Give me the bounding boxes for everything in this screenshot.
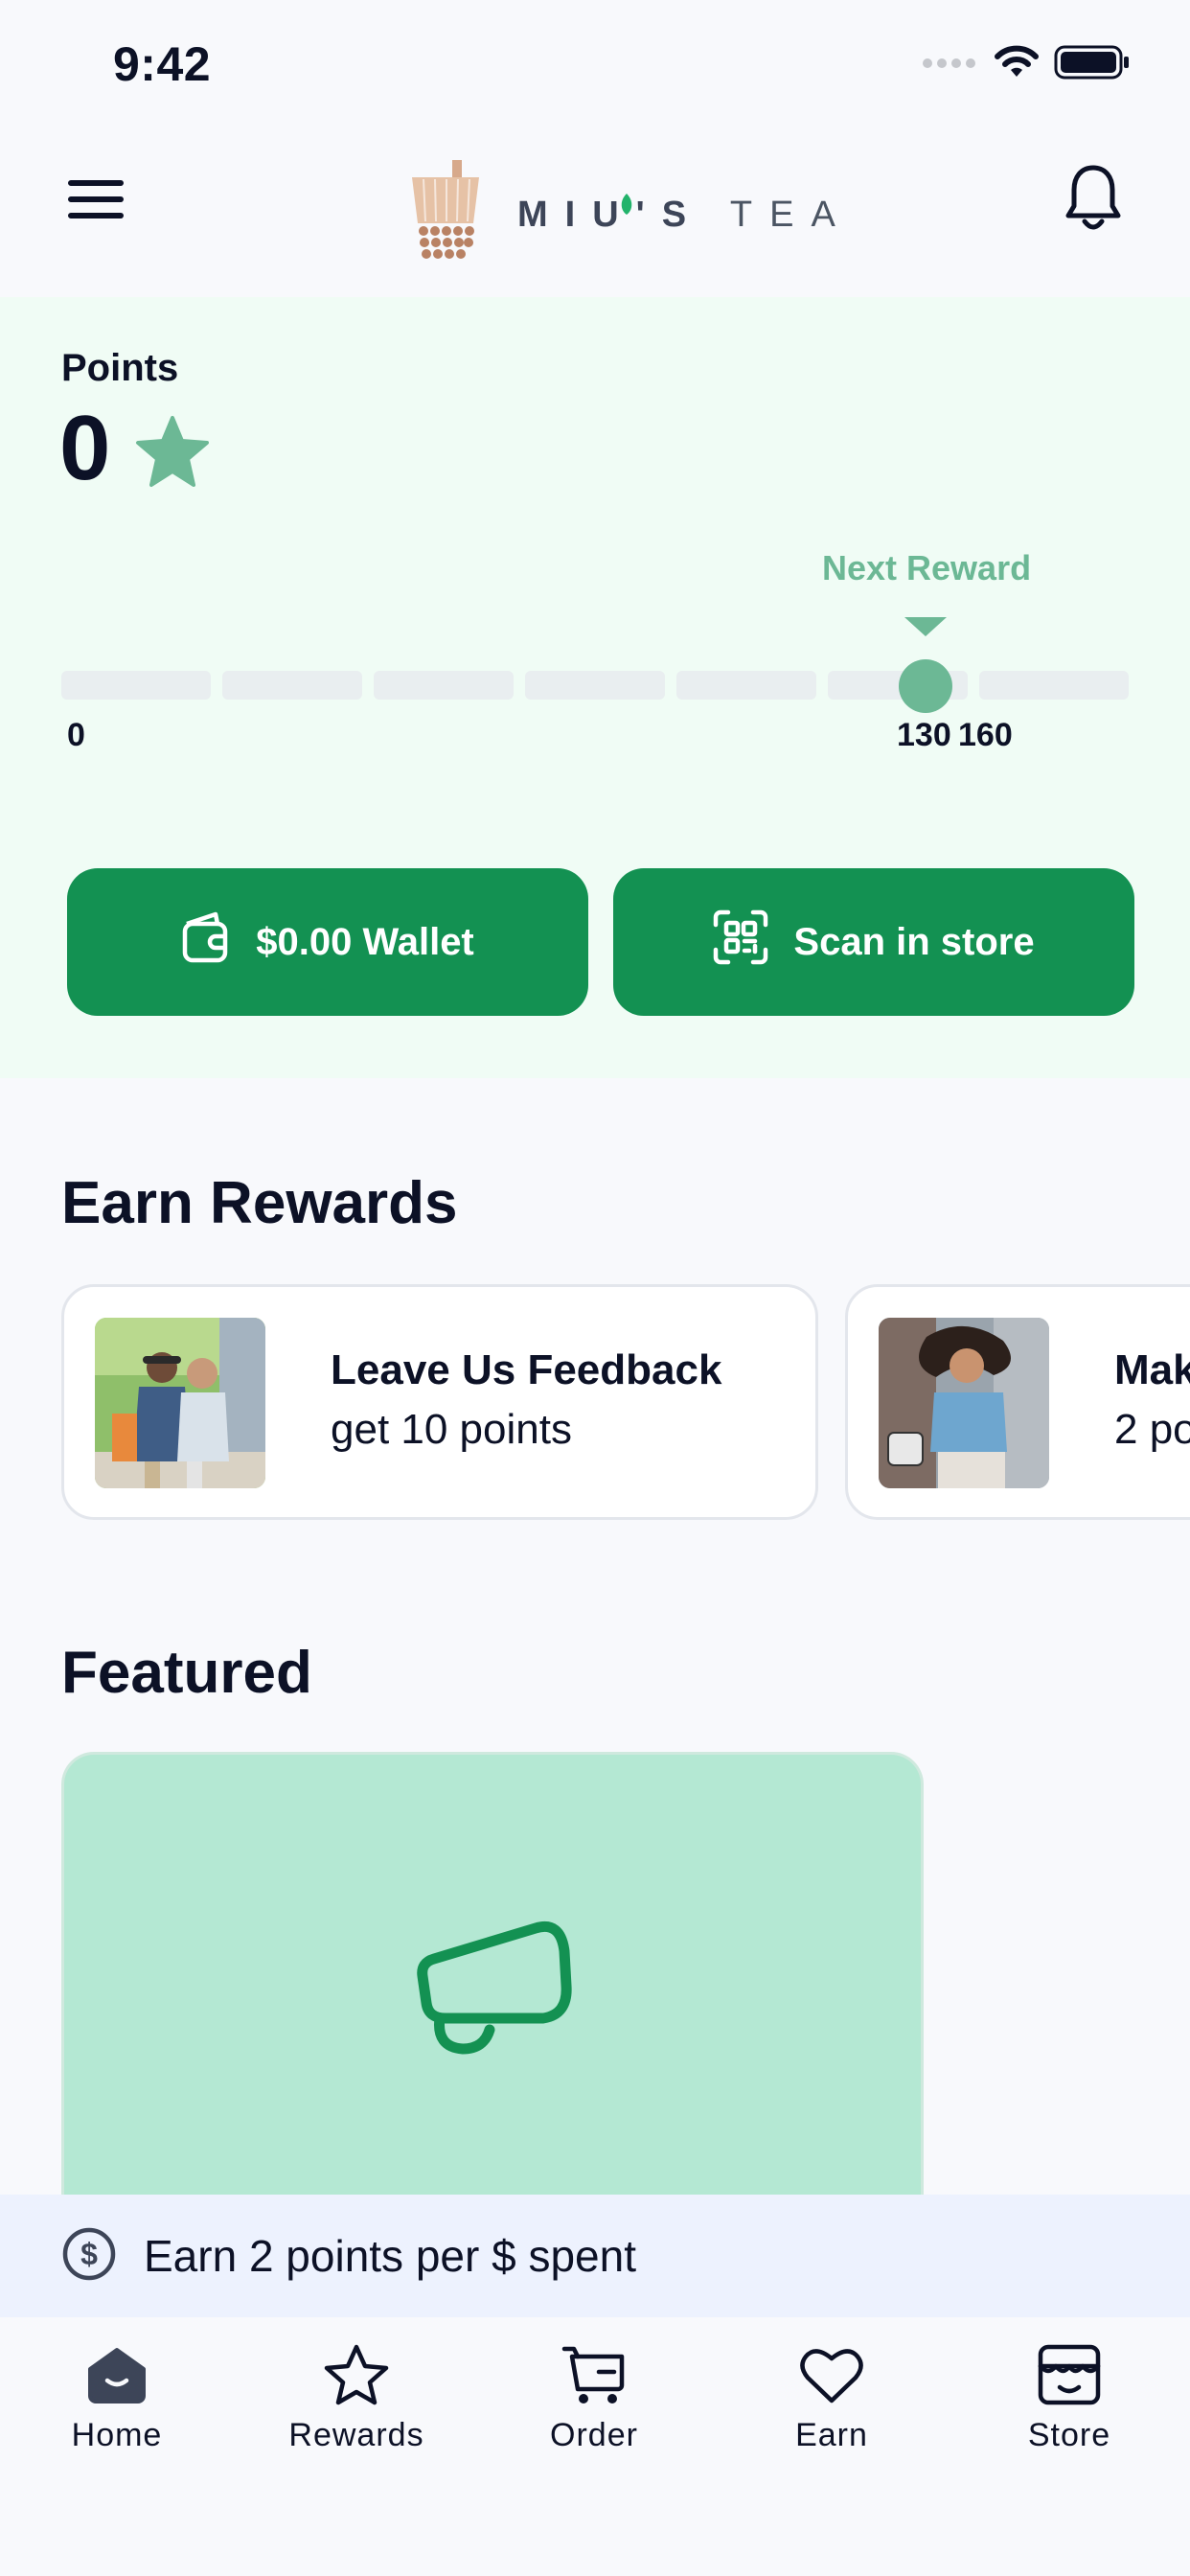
status-time: 9:42 <box>113 37 212 91</box>
scan-in-store-button[interactable]: Scan in store <box>613 868 1134 1016</box>
status-bar: 9:42 <box>0 0 1190 134</box>
featured-title: Featured <box>61 1640 312 1706</box>
home-icon <box>86 2340 148 2409</box>
brand-name-light: TEA <box>729 194 853 235</box>
tab-label: Earn <box>795 2417 868 2453</box>
svg-text:$: $ <box>80 2237 98 2271</box>
reward-card-title: Leave Us Feedback <box>331 1346 722 1393</box>
reward-card-title: Make <box>1114 1346 1190 1393</box>
brand-name-bold: MIU'S <box>517 194 704 235</box>
wallet-icon <box>181 910 231 974</box>
bell-icon <box>1064 164 1122 240</box>
progress-tick-end: 160 <box>958 717 1013 753</box>
tab-label: Rewards <box>288 2417 424 2453</box>
scan-button-label: Scan in store <box>793 920 1035 963</box>
tab-label: Home <box>71 2417 163 2453</box>
battery-icon <box>1054 44 1131 85</box>
earn-rewards-title: Earn Rewards <box>61 1170 458 1236</box>
tea-cup-logo-icon <box>410 159 481 270</box>
wallet-button[interactable]: $0.00 Wallet <box>67 868 588 1016</box>
points-value: 0 <box>59 397 111 499</box>
feedback-photo <box>95 1318 265 1488</box>
points-label: Points <box>61 347 179 389</box>
tab-home[interactable]: Home <box>21 2340 213 2474</box>
earn-rate-banner: $ Earn 2 points per $ spent <box>0 2195 1190 2317</box>
reward-card-make[interactable]: Make 2 poin <box>845 1284 1190 1520</box>
tab-store[interactable]: Store <box>973 2340 1165 2474</box>
tab-label: Store <box>1027 2417 1111 2453</box>
make-photo <box>879 1318 1049 1488</box>
next-reward-pointer <box>904 617 947 636</box>
bottom-tab-bar: Home Rewards Order Earn Store <box>0 2317 1190 2576</box>
store-icon <box>1037 2340 1102 2409</box>
points-progress-bar <box>61 671 1129 700</box>
app-screen: 9:42 MIU'S TEA Points 0 Next Reward 0 13… <box>0 0 1190 2576</box>
tab-label: Order <box>550 2417 638 2453</box>
next-reward-label: Next Reward <box>822 548 1032 587</box>
wifi-icon <box>993 44 1041 85</box>
reward-card-feedback[interactable]: Leave Us Feedback get 10 points <box>61 1284 818 1520</box>
progress-segment <box>222 671 362 700</box>
dollar-circle-icon: $ <box>61 2226 117 2287</box>
brand-logo: MIU'S TEA <box>410 157 853 272</box>
leaf-logo-icon <box>619 194 634 219</box>
signal-icon <box>922 56 979 74</box>
next-reward-marker <box>899 659 952 713</box>
megaphone-icon <box>411 1919 574 2067</box>
reward-card-subtitle: get 10 points <box>331 1406 572 1453</box>
hamburger-icon <box>68 178 124 225</box>
heart-icon <box>800 2340 863 2409</box>
progress-segment <box>979 671 1129 700</box>
tab-order[interactable]: Order <box>498 2340 690 2474</box>
qr-scan-icon <box>713 909 768 975</box>
notifications-button[interactable] <box>1050 153 1136 249</box>
menu-button[interactable] <box>57 163 134 240</box>
progress-segment <box>676 671 816 700</box>
tab-rewards[interactable]: Rewards <box>261 2340 452 2474</box>
progress-segment <box>525 671 665 700</box>
wallet-button-label: $0.00 Wallet <box>256 920 474 963</box>
star-icon <box>134 416 211 494</box>
app-header: MIU'S TEA <box>0 134 1190 297</box>
progress-tick-start: 0 <box>67 717 85 753</box>
star-icon <box>323 2340 390 2409</box>
brand-name: MIU'S TEA <box>517 195 853 236</box>
points-panel: Points 0 Next Reward 0 130 160 $0.00 Wal… <box>0 297 1190 1078</box>
cart-icon <box>561 2340 628 2409</box>
tab-earn[interactable]: Earn <box>736 2340 927 2474</box>
status-icons <box>922 44 1131 85</box>
earn-rate-text: Earn 2 points per $ spent <box>144 2231 636 2281</box>
reward-card-subtitle: 2 poin <box>1114 1406 1190 1453</box>
progress-tick-reward: 130 <box>897 717 951 753</box>
featured-card[interactable] <box>61 1752 924 2212</box>
progress-segment <box>61 671 211 700</box>
progress-segment <box>374 671 514 700</box>
